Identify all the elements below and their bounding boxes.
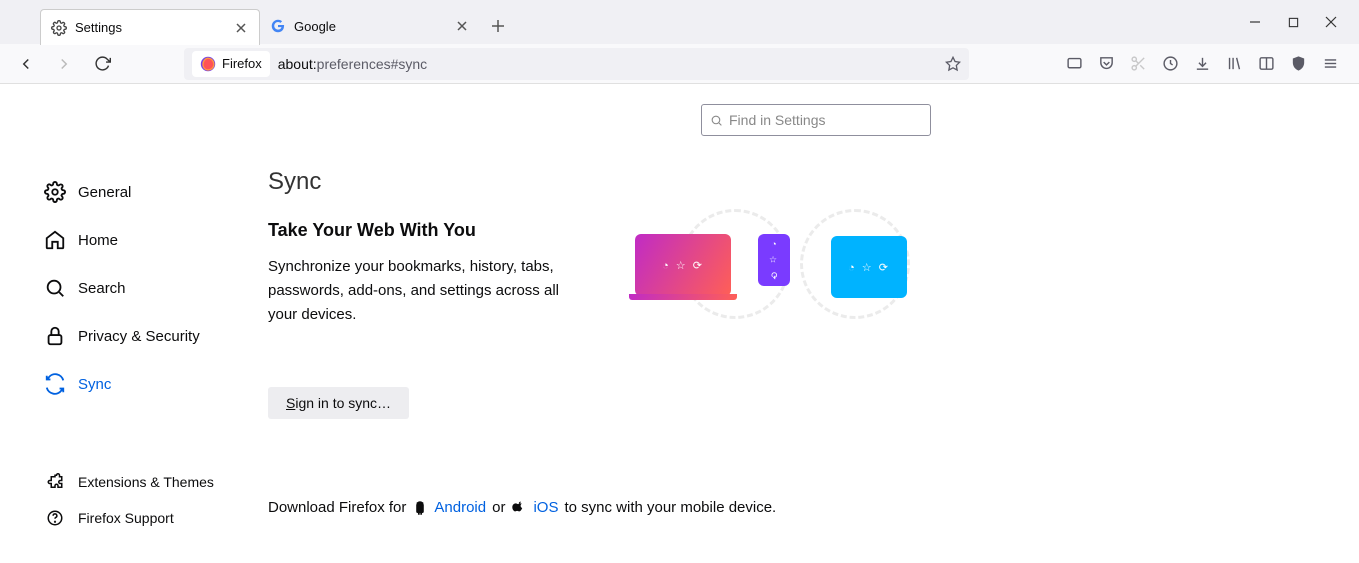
sidebar-item-home[interactable]: Home xyxy=(44,216,244,264)
library-icon[interactable] xyxy=(1225,55,1243,73)
shield-icon[interactable] xyxy=(1289,55,1307,73)
search-icon xyxy=(710,114,723,127)
sidebar-label: Sync xyxy=(78,376,111,393)
device-laptop-icon: ◔ ☆ ⟳ xyxy=(635,234,731,296)
android-link[interactable]: Android xyxy=(434,499,486,516)
android-icon xyxy=(412,500,428,516)
settings-search[interactable] xyxy=(701,104,931,136)
download-icon[interactable] xyxy=(1193,55,1211,73)
tab-google[interactable]: Google xyxy=(260,8,480,44)
tab-title: Google xyxy=(294,19,454,34)
sidebar-item-privacy[interactable]: Privacy & Security xyxy=(44,312,244,360)
settings-search-input[interactable] xyxy=(729,112,922,128)
tab-title: Settings xyxy=(75,20,233,35)
sidebar-item-general[interactable]: General xyxy=(44,168,244,216)
gear-icon xyxy=(51,20,67,36)
device-tablet-icon: ◔ ☆ ⟳ xyxy=(831,236,907,298)
window-controls xyxy=(1247,0,1353,44)
content-area: General Home Search Privacy & Security S… xyxy=(0,84,1359,563)
page-description: Synchronize your bookmarks, history, tab… xyxy=(268,255,568,327)
close-tab-icon[interactable] xyxy=(454,18,470,34)
tab-settings[interactable]: Settings xyxy=(40,9,260,45)
sidebar-item-sync[interactable]: Sync xyxy=(44,360,244,408)
toolbar-icons xyxy=(1065,55,1349,73)
sync-icon xyxy=(44,373,66,395)
minimize-icon[interactable] xyxy=(1247,14,1263,30)
identity-label: Firefox xyxy=(222,56,262,71)
sync-illustration: ◔ ☆ ⟳ ◔ ☆ ⟳ ◔ ☆ ⟳ xyxy=(620,209,940,329)
url-bar[interactable]: Firefox about:preferences#sync xyxy=(184,48,969,80)
google-icon xyxy=(270,18,286,34)
page-title: Sync xyxy=(268,168,1319,196)
back-button[interactable] xyxy=(10,48,42,80)
gear-icon xyxy=(44,181,66,203)
puzzle-icon xyxy=(44,471,66,493)
help-icon xyxy=(44,507,66,529)
menu-icon[interactable] xyxy=(1321,55,1339,73)
close-window-icon[interactable] xyxy=(1323,14,1339,30)
sidebar-bottom: Extensions & Themes Firefox Support xyxy=(44,464,244,536)
forward-button[interactable] xyxy=(48,48,80,80)
screen-icon[interactable] xyxy=(1065,55,1083,73)
toolbar: Firefox about:preferences#sync xyxy=(0,44,1359,84)
download-row: Download Firefox for Android or iOS to s… xyxy=(268,499,1319,516)
bookmark-star-icon[interactable] xyxy=(945,56,961,72)
sidebar-item-support[interactable]: Firefox Support xyxy=(44,500,244,536)
maximize-icon[interactable] xyxy=(1285,14,1301,30)
sidebar-label: Firefox Support xyxy=(78,510,174,526)
ios-link[interactable]: iOS xyxy=(533,499,558,516)
sidebar: General Home Search Privacy & Security S… xyxy=(44,168,244,408)
lock-icon xyxy=(44,325,66,347)
pocket-icon[interactable] xyxy=(1097,55,1115,73)
reload-button[interactable] xyxy=(86,48,118,80)
tab-strip: Settings Google xyxy=(0,0,1359,44)
device-phone-icon: ◔ ☆ ⟳ xyxy=(758,234,790,286)
home-icon xyxy=(44,229,66,251)
url-text: about:preferences#sync xyxy=(278,56,937,72)
sidebar-label: General xyxy=(78,184,131,201)
firefox-icon xyxy=(200,56,216,72)
sign-in-button[interactable]: Sign in to sync… xyxy=(268,387,409,419)
search-icon xyxy=(44,277,66,299)
new-tab-button[interactable] xyxy=(484,12,512,40)
sidebar-label: Privacy & Security xyxy=(78,328,200,345)
apple-icon xyxy=(511,500,527,516)
sidebar-item-search[interactable]: Search xyxy=(44,264,244,312)
sidebar-label: Search xyxy=(78,280,126,297)
identity-box[interactable]: Firefox xyxy=(192,51,270,77)
sidebar-label: Extensions & Themes xyxy=(78,474,214,490)
scissors-icon[interactable] xyxy=(1129,55,1147,73)
sidebar-item-extensions[interactable]: Extensions & Themes xyxy=(44,464,244,500)
sidebar-label: Home xyxy=(78,232,118,249)
sidebar-icon[interactable] xyxy=(1257,55,1275,73)
close-tab-icon[interactable] xyxy=(233,20,249,36)
history-icon[interactable] xyxy=(1161,55,1179,73)
